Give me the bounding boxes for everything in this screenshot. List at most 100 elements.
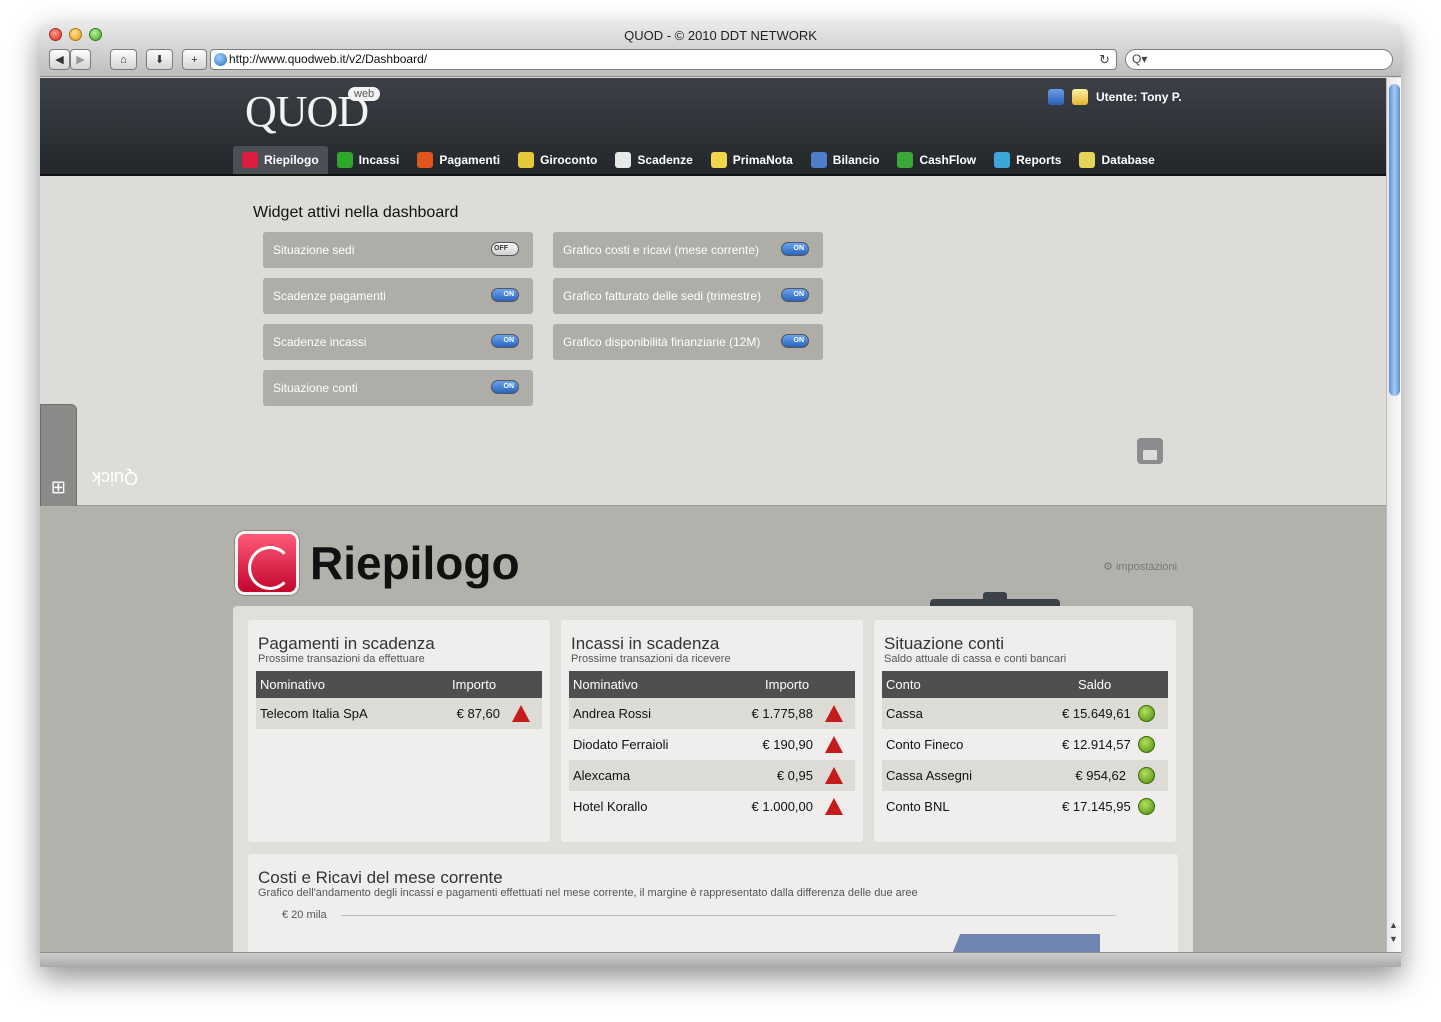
- save-icon[interactable]: [1137, 438, 1163, 464]
- back-button[interactable]: ◀: [49, 49, 70, 70]
- widget-switch[interactable]: ON: [781, 242, 809, 256]
- scroll-up-icon[interactable]: ▲: [1389, 920, 1398, 930]
- widget-toggle-row[interactable]: Grafico fatturato delle sedi (trimestre)…: [553, 278, 823, 314]
- search-field[interactable]: Q▾: [1125, 49, 1393, 70]
- row-amount: € 15.649,61: [1062, 706, 1131, 721]
- title-bar: QUOD - © 2010 DDT NETWORK ◀ ▶ ⌂ ⬇ + http…: [40, 24, 1401, 77]
- downloads-button[interactable]: ⬇: [146, 49, 173, 70]
- home-button[interactable]: ⌂: [110, 49, 137, 70]
- menu-item-riepilogo[interactable]: Riepilogo: [233, 146, 328, 174]
- window-title: QUOD - © 2010 DDT NETWORK: [624, 28, 817, 43]
- status-ok-icon: [1138, 705, 1155, 722]
- quick-text: Quick: [91, 468, 138, 488]
- table-row[interactable]: Conto BNL € 17.145,95: [882, 791, 1168, 822]
- reload-icon[interactable]: ↻: [1099, 50, 1110, 69]
- menu-label: Reports: [1016, 153, 1062, 167]
- status-ok-icon: [1138, 736, 1155, 753]
- column-header-amount[interactable]: Saldo: [1078, 677, 1142, 692]
- lock-icon[interactable]: [1048, 89, 1064, 105]
- page-title: Riepilogo: [310, 537, 520, 589]
- widget-toggle-row[interactable]: Grafico disponibilità finanziarie (12M) …: [553, 324, 823, 360]
- card-title: Incassi in scadenza: [571, 634, 720, 653]
- speedometer-icon: [242, 152, 258, 168]
- table-row[interactable]: Conto Fineco € 12.914,57: [882, 729, 1168, 760]
- quick-tab[interactable]: ⊞ Quick: [40, 404, 138, 514]
- widget-switch[interactable]: OFF: [491, 242, 519, 256]
- menu-item-primanota[interactable]: PrimaNota: [702, 146, 802, 174]
- card-subtitle: Prossime transazioni da effettuare: [258, 653, 425, 665]
- calculator-icon: [810, 152, 827, 168]
- row-amount: € 190,90: [762, 737, 813, 752]
- widget-switch[interactable]: ON: [491, 380, 519, 394]
- column-header-amount[interactable]: Importo: [452, 677, 516, 692]
- vertical-scrollbar[interactable]: ▲ ▼: [1386, 78, 1401, 952]
- row-amount: € 1.000,00: [751, 799, 813, 814]
- column-header-name[interactable]: Conto: [882, 677, 1078, 692]
- row-name: Telecom Italia SpA: [260, 706, 368, 721]
- menu-item-incassi[interactable]: Incassi: [328, 146, 409, 174]
- menu-label: Bilancio: [832, 153, 880, 167]
- chart-area: [948, 934, 1100, 952]
- scroll-down-icon[interactable]: ▼: [1389, 934, 1398, 944]
- widget-switch[interactable]: ON: [491, 334, 519, 348]
- widget-switch[interactable]: ON: [781, 334, 809, 348]
- address-text: http://www.quodweb.it/v2/Dashboard/: [229, 52, 428, 66]
- menu-item-bilancio[interactable]: Bilancio: [802, 146, 889, 174]
- widget-toggle-row[interactable]: Grafico costi e ricavi (mese corrente) O…: [553, 232, 823, 268]
- user-label[interactable]: Utente: Tony P.: [1096, 90, 1182, 104]
- scroll-thumb[interactable]: [1389, 84, 1400, 396]
- widgets-panel: Widget attivi nella dashboard Situazione…: [40, 176, 1386, 514]
- widget-switch[interactable]: ON: [491, 288, 519, 302]
- table-row[interactable]: Telecom Italia SpA € 87,60: [256, 698, 542, 729]
- main-menu: Riepilogo Incassi Pagamenti Giroconto Sc…: [233, 146, 1164, 174]
- app-header: QUOD web Utente: Tony P. Riepilogo Incas…: [40, 78, 1386, 176]
- widget-toggle-row[interactable]: Situazione sedi OFF: [263, 232, 533, 268]
- column-header-amount[interactable]: Importo: [765, 677, 829, 692]
- widget-toggle-row[interactable]: Scadenze incassi ON: [263, 324, 533, 360]
- table-row[interactable]: Diodato Ferraioli € 190,90: [569, 729, 855, 760]
- menu-label: Database: [1101, 153, 1155, 167]
- widget-label: Grafico fatturato delle sedi (trimestre): [563, 289, 762, 303]
- menu-item-database[interactable]: Database: [1070, 146, 1163, 174]
- table-row[interactable]: Cassa € 15.649,61: [882, 698, 1168, 729]
- menu-item-cashflow[interactable]: CashFlow: [888, 146, 985, 174]
- menu-item-reports[interactable]: Reports: [985, 146, 1070, 174]
- table-row[interactable]: Hotel Korallo € 1.000,00: [569, 791, 855, 822]
- table-row[interactable]: Andrea Rossi € 1.775,88: [569, 698, 855, 729]
- row-name: Andrea Rossi: [573, 706, 652, 721]
- menu-label: PrimaNota: [732, 153, 793, 167]
- forward-arrow-icon: ▶: [76, 54, 85, 66]
- gear-icon: ⚙: [1103, 561, 1113, 573]
- incassi-table: Nominativo Importo Andrea Rossi € 1.775,…: [569, 671, 855, 822]
- browser-window: QUOD - © 2010 DDT NETWORK ◀ ▶ ⌂ ⬇ + http…: [40, 24, 1401, 967]
- menu-item-giroconto[interactable]: Giroconto: [509, 146, 606, 174]
- download-icon: ⬇: [154, 54, 165, 66]
- address-bar[interactable]: http://www.quodweb.it/v2/Dashboard/ ↻: [210, 49, 1117, 70]
- row-amount: € 1.775,88: [751, 706, 813, 721]
- pie-chart-icon: [994, 152, 1011, 168]
- row-name: Hotel Korallo: [573, 799, 648, 814]
- widget-toggle-row[interactable]: Scadenze pagamenti ON: [263, 278, 533, 314]
- menu-item-scadenze[interactable]: Scadenze: [606, 146, 701, 174]
- warning-icon: [825, 736, 843, 753]
- pagamenti-card: Pagamenti in scadenza Prossime transazio…: [248, 620, 550, 842]
- widget-toggle-row[interactable]: Situazione conti ON: [263, 370, 533, 406]
- costi-ricavi-card: Costi e Ricavi del mese corrente Grafico…: [248, 854, 1178, 952]
- row-amount: € 954,62: [1075, 768, 1126, 783]
- settings-link[interactable]: ⚙ impostazioni: [1103, 560, 1177, 573]
- widget-switch[interactable]: ON: [781, 288, 809, 302]
- row-name: Conto Fineco: [886, 737, 964, 752]
- grid-line: [341, 915, 1116, 916]
- table-row[interactable]: Alexcama € 0,95: [569, 760, 855, 791]
- table-row[interactable]: Cassa Assegni € 954,62: [882, 760, 1168, 791]
- table-header: Nominativo Importo: [569, 671, 855, 698]
- add-bookmark-button[interactable]: +: [182, 49, 207, 70]
- menu-item-pagamenti[interactable]: Pagamenti: [408, 146, 509, 174]
- column-header-name[interactable]: Nominativo: [256, 677, 452, 692]
- menu-label: Pagamenti: [439, 153, 501, 167]
- card-title: Situazione conti: [884, 634, 1005, 653]
- status-bar: [40, 952, 1401, 967]
- speedometer-icon: [235, 531, 299, 595]
- forward-button[interactable]: ▶: [70, 49, 91, 70]
- column-header-name[interactable]: Nominativo: [569, 677, 765, 692]
